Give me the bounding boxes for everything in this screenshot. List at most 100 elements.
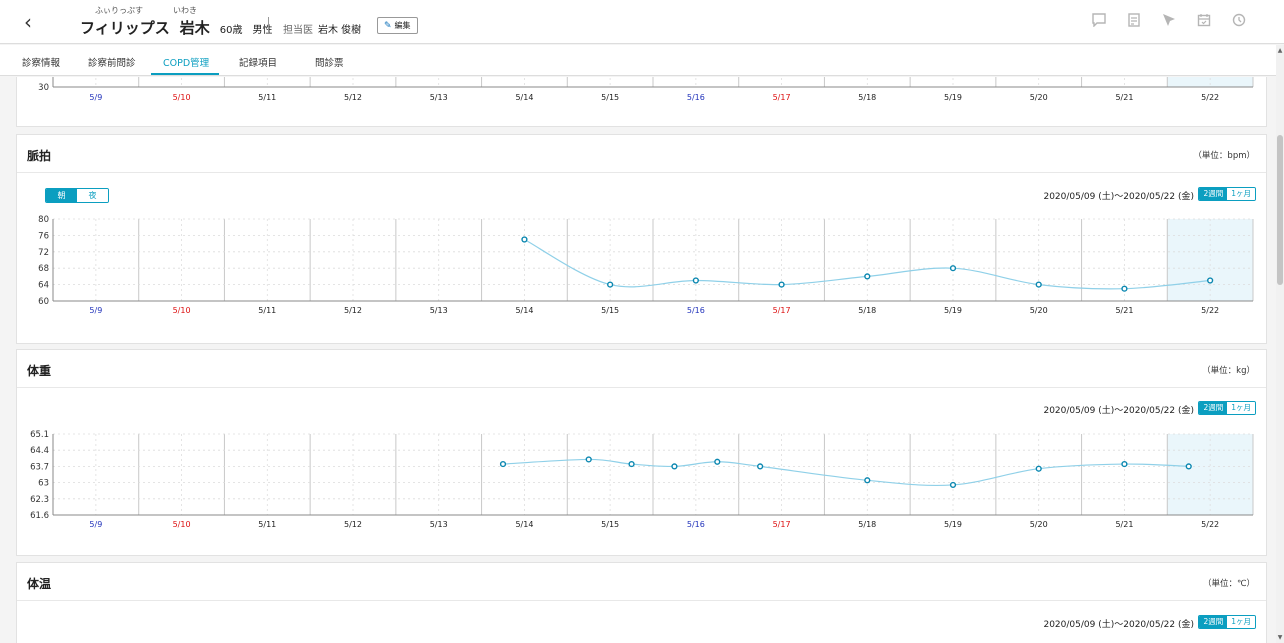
y-tick-label: 65.1 (30, 430, 49, 440)
panel-top-partial: 5/9 5/10 5/11 5/12 5/13 5/14 5/15 5/16 5/17 5/18 5… (16, 77, 1267, 127)
x-tick-label: 5/22 (1201, 93, 1219, 102)
send-icon[interactable] (1160, 11, 1178, 29)
toolbar-icons (1090, 11, 1248, 29)
app-header: ‹ ふぃりっぷす いわき フィリップス 岩木 60歳 男性 担当医 岩木 俊樹 … (0, 0, 1284, 44)
x-tick-label: 5/11 (258, 93, 276, 102)
data-point (671, 463, 678, 470)
top-chart: 5/9 5/10 5/11 5/12 5/13 5/14 5/15 5/16 5/17 5/18 5… (38, 77, 1254, 102)
patient-sex: 男性 (252, 25, 273, 36)
x-tick-label: 5/17 (773, 306, 791, 315)
scrollbar-thumb[interactable] (1277, 135, 1283, 285)
y-tick-label: 60 (38, 297, 49, 307)
data-point (628, 460, 635, 468)
data-point (757, 463, 764, 470)
memo-icon[interactable] (1125, 11, 1143, 29)
y-tick-label: 63.7 (30, 462, 49, 472)
temp-2week-button[interactable]: 2週間 (1199, 616, 1228, 628)
x-tick-label: 5/13 (430, 93, 448, 102)
x-tick-label: 5/19 (944, 520, 962, 529)
chat-icon[interactable] (1090, 11, 1108, 29)
data-point (1121, 285, 1128, 292)
y-tick-label: 64.4 (30, 446, 49, 456)
y-tick-label: 63 (38, 479, 49, 489)
tab-consultation-info[interactable]: 診察情報 (22, 55, 60, 69)
x-tick-label: 5/21 (1115, 306, 1133, 315)
chevron-left-icon[interactable]: ‹ (24, 10, 32, 34)
x-tick-label: 5/17 (773, 520, 791, 529)
header-divider (268, 17, 269, 33)
panel-temperature: 体温 （単位：℃） 2020/05/09 (土)〜2020/05/22 (金) … (16, 562, 1267, 643)
x-tick-label: 5/17 (773, 93, 791, 102)
y-tick-label: 61.6 (30, 511, 49, 521)
patient-name-block: ふぃりっぷす いわき フィリップス 岩木 60歳 男性 (80, 5, 272, 38)
scroll-up-icon[interactable]: ▲ (1276, 47, 1284, 54)
temp-title: 体温 (27, 577, 52, 591)
x-tick-label: 5/18 (858, 93, 876, 102)
y-tick-label: 76 (38, 231, 49, 241)
x-tick-label: 5/11 (258, 306, 276, 315)
data-point (1121, 460, 1128, 468)
x-tick-label: 5/13 (430, 520, 448, 529)
data-point (949, 481, 957, 489)
data-point (585, 456, 592, 463)
x-tick-label: 5/12 (344, 93, 362, 102)
data-point (499, 460, 507, 468)
x-tick-label: 5/15 (601, 93, 619, 102)
x-tick-label: 5/21 (1115, 520, 1133, 529)
weight-chart: 65.1 64.4 63.7 63 62.3 61.6 5/9 5/10 5/11 5/12 5/1… (30, 430, 1254, 529)
history-icon[interactable] (1230, 11, 1248, 29)
series-line (502, 458, 1189, 487)
y-tick-label: 72 (38, 248, 49, 258)
x-tick-label: 5/9 (89, 306, 102, 315)
data-point (692, 277, 699, 284)
pencil-icon: ✎ (384, 20, 392, 31)
x-tick-label: 5/14 (515, 93, 533, 102)
data-point (864, 477, 871, 484)
x-tick-label: 5/10 (173, 93, 191, 102)
data-point (1035, 281, 1042, 288)
ruby-first: ふぃりっぷす (95, 6, 143, 15)
data-point (714, 458, 721, 465)
data-point (949, 265, 957, 272)
data-point (607, 281, 614, 288)
data-point (1185, 463, 1192, 470)
data-point (778, 281, 785, 288)
x-tick-label: 5/9 (89, 93, 102, 102)
temp-1month-button[interactable]: 1ヶ月 (1227, 616, 1255, 628)
y-tick-label: 68 (38, 264, 49, 274)
x-tick-label: 5/18 (858, 520, 876, 529)
y-tick-label: 62.3 (30, 495, 49, 505)
scroll-down-icon[interactable]: ▼ (1276, 634, 1284, 641)
x-tick-label: 5/12 (344, 306, 362, 315)
y-tick-label: 64 (38, 281, 49, 291)
x-tick-label: 5/13 (430, 306, 448, 315)
y-tick-label: 30 (38, 83, 49, 93)
data-point (521, 236, 528, 243)
x-tick-label: 5/19 (944, 93, 962, 102)
scrollbar[interactable]: ▲ ▼ (1276, 45, 1284, 643)
main-content: 5/9 5/10 5/11 5/12 5/13 5/14 5/15 5/16 5/17 5/18 5… (16, 77, 1267, 643)
edit-button[interactable]: ✎ 編集 (377, 17, 418, 34)
doctor-name: 岩木 俊樹 (318, 25, 362, 36)
active-tab-indicator (151, 73, 219, 75)
x-tick-label: 5/10 (173, 520, 191, 529)
temp-unit: （単位：℃） (1202, 579, 1255, 589)
last-name: 岩木 (179, 19, 210, 37)
temp-period-toggle: 2週間 1ヶ月 (1198, 615, 1256, 629)
x-tick-label: 5/19 (944, 306, 962, 315)
x-tick-label: 5/11 (258, 520, 276, 529)
x-tick-label: 5/9 (89, 520, 102, 529)
x-tick-label: 5/20 (1030, 520, 1048, 529)
x-tick-label: 5/18 (858, 306, 876, 315)
panel-temp-header: 体温 （単位：℃） (17, 563, 1266, 601)
panel-pulse: 脈拍 （単位：bpm） 朝 夜 2020/05/09 (土)〜2020/05/2… (16, 134, 1267, 344)
data-point (1035, 465, 1042, 472)
calendar-icon[interactable] (1195, 11, 1213, 29)
tab-pre-interview[interactable]: 診察前問診 (88, 55, 136, 69)
temp-date-range: 2020/05/09 (土)〜2020/05/22 (金) (1043, 620, 1194, 630)
tab-records[interactable]: 記録項目 (239, 55, 277, 69)
tab-questionnaire[interactable]: 問診票 (315, 55, 344, 69)
data-point (1207, 277, 1214, 284)
tab-copd[interactable]: COPD管理 (163, 55, 209, 69)
ruby-last: いわき (173, 6, 197, 15)
